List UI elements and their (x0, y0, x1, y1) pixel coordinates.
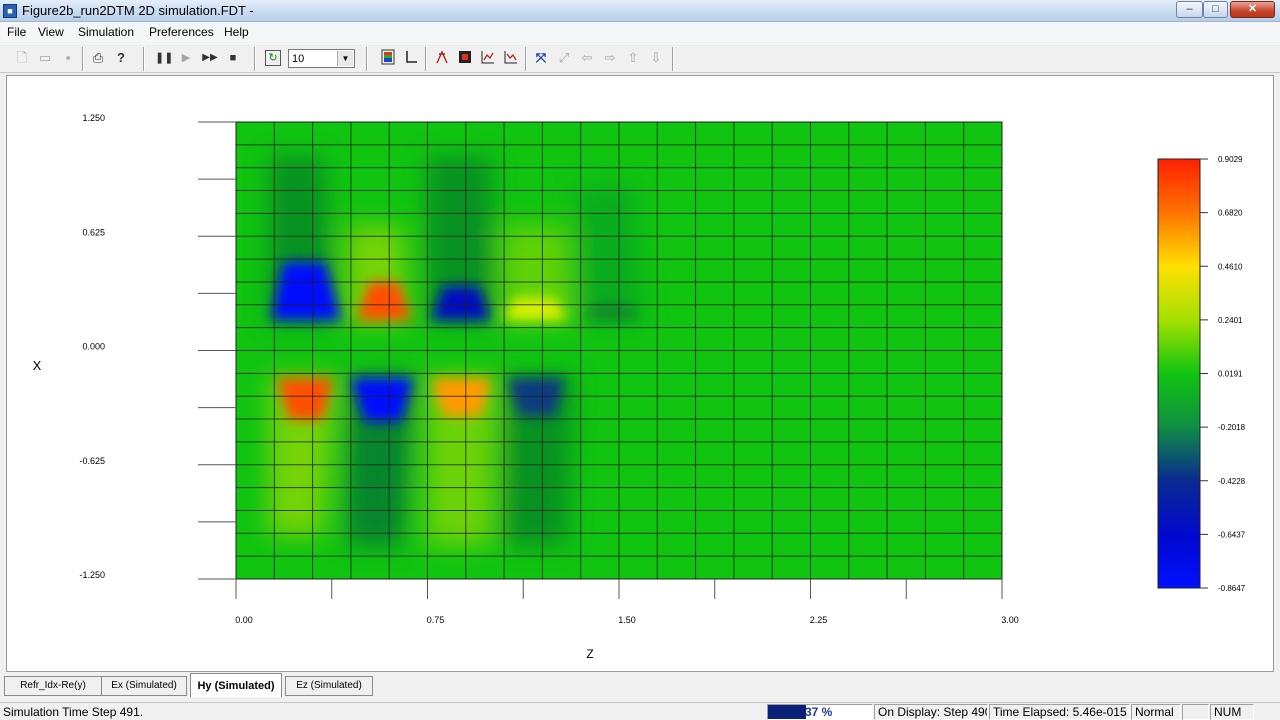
colorbar-tick-label: 0.4610 (1218, 262, 1243, 271)
pause-icon[interactable]: ❚❚ (155, 49, 173, 67)
colorbar-tick-label: 0.9029 (1218, 155, 1243, 164)
status-bar: Simulation Time Step 491. 37 % On Displa… (0, 702, 1280, 720)
status-message: Simulation Time Step 491. (3, 705, 144, 719)
y-tick-label: 1.250 (82, 113, 105, 123)
plot-area[interactable]: 1.250 0.625 0.000 -0.625 -1.250 0.00 0.75 1.50… (6, 75, 1274, 672)
y-tick-label: 0.000 (82, 342, 105, 352)
menu-view[interactable]: View (38, 25, 64, 39)
plot-x-icon[interactable] (479, 49, 497, 67)
colorbar-tick-label: 0.6820 (1218, 209, 1243, 218)
color-scale-icon[interactable] (379, 49, 397, 67)
stop-icon[interactable]: ■ (224, 49, 242, 67)
fast-forward-icon[interactable]: ▶▶ (201, 49, 219, 67)
y-axis-label: X (33, 358, 42, 373)
refresh-icon[interactable]: ↻ (265, 50, 281, 66)
status-on-display: On Display: Step 490 (874, 704, 988, 720)
colorbar-tick-label: -0.4228 (1218, 477, 1246, 486)
x-tick-label: 2.25 (810, 615, 828, 625)
status-time-elapsed: Time Elapsed: 5.46e-015 s (989, 704, 1130, 720)
toolbar-separator (525, 47, 527, 71)
save-icon[interactable]: ▪ (59, 49, 77, 67)
toolbar-separator (425, 47, 427, 71)
play-icon[interactable]: ▶ (177, 49, 195, 67)
tab-hy-simulated[interactable]: Hy (Simulated) (190, 673, 282, 697)
field-view-icon[interactable] (456, 49, 474, 67)
menu-bar: File View Simulation Preferences Help (0, 22, 1280, 42)
tab-bar: Refr_Idx-Re(y) Ex (Simulated) Hy (Simula… (0, 672, 1280, 700)
step-input[interactable] (290, 51, 336, 66)
colorbar-tick-label: -0.8647 (1218, 584, 1246, 593)
y-tick-label: -1.250 (79, 570, 105, 580)
x-tick-label: 0.75 (427, 615, 445, 625)
open-folder-icon[interactable]: ▭ (36, 49, 54, 67)
axes-icon[interactable] (402, 49, 420, 67)
tab-ex-simulated[interactable]: Ex (Simulated) (101, 676, 187, 696)
colorbar-tick-label: 0.2401 (1218, 316, 1243, 325)
colorbar-tick-label: 0.0191 (1218, 370, 1243, 379)
plot-y-icon[interactable] (502, 49, 520, 67)
field-plot[interactable]: 1.250 0.625 0.000 -0.625 -1.250 0.00 0.75 1.50… (7, 76, 1273, 671)
colorbar-ticks: 0.9029 0.6820 0.4610 0.2401 0.0191 -0.2018 -0.… (1200, 155, 1246, 593)
toolbar: 🗋 ▭ ▪ ⎙ ? ❚❚ ▶ ▶▶ ■ ↻ ▼ ⤧ ⤢ ⇦ ⇨ ⇧ ⇩ (0, 43, 1280, 73)
toolbar-separator (143, 47, 145, 71)
pan-right-icon[interactable]: ⇨ (601, 49, 619, 67)
cross-section-icon[interactable] (433, 49, 451, 67)
x-tick-label: 0.00 (235, 615, 253, 625)
title-bar: ■ Figure2b_run2DTM 2D simulation.FDT - –… (0, 0, 1280, 22)
tab-refr-idx[interactable]: Refr_Idx-Re(y) (4, 676, 102, 696)
toolbar-separator (82, 47, 84, 71)
new-file-icon[interactable]: 🗋 (13, 49, 31, 67)
y-axis: 1.250 0.625 0.000 -0.625 -1.250 (79, 113, 236, 580)
pan-down-icon[interactable]: ⇩ (647, 49, 665, 67)
progress-indicator: 37 % (767, 704, 873, 720)
menu-simulation[interactable]: Simulation (78, 25, 134, 39)
field-grid (236, 122, 1002, 579)
x-axis: 0.00 0.75 1.50 2.25 3.00 (235, 579, 1019, 625)
x-tick-label: 1.50 (618, 615, 636, 625)
menu-preferences[interactable]: Preferences (149, 25, 214, 39)
minimize-button[interactable]: – (1176, 1, 1203, 18)
app-icon[interactable]: ■ (3, 4, 17, 18)
toolbar-separator (672, 47, 674, 71)
chevron-down-icon[interactable]: ▼ (337, 51, 353, 66)
progress-text: 37 % (805, 705, 833, 719)
menu-help[interactable]: Help (224, 25, 249, 39)
toolbar-separator (366, 47, 368, 71)
toolbar-separator (254, 47, 256, 71)
status-mode: Normal (1131, 704, 1181, 720)
x-tick-label: 3.00 (1001, 615, 1019, 625)
zoom-out-icon[interactable]: ⤢ (555, 49, 573, 67)
y-tick-label: 0.625 (82, 227, 105, 237)
colorbar-tick-label: -0.6437 (1218, 530, 1246, 539)
status-num-lock: NUM (1210, 704, 1254, 720)
help-icon[interactable]: ? (112, 49, 130, 67)
colorbar (1157, 158, 1201, 589)
close-button[interactable]: ✕ (1230, 1, 1275, 18)
pan-up-icon[interactable]: ⇧ (624, 49, 642, 67)
colorbar-tick-label: -0.2018 (1218, 423, 1246, 432)
pan-left-icon[interactable]: ⇦ (578, 49, 596, 67)
progress-fill (768, 705, 807, 719)
window-title: Figure2b_run2DTM 2D simulation.FDT - (22, 3, 254, 18)
menu-file[interactable]: File (7, 25, 26, 39)
status-empty-pane (1182, 704, 1209, 720)
x-axis-label: Z (586, 647, 593, 661)
step-combo[interactable]: ▼ (288, 49, 355, 68)
zoom-in-icon[interactable]: ⤧ (532, 49, 550, 67)
y-tick-label: -0.625 (79, 456, 105, 466)
tab-ez-simulated[interactable]: Ez (Simulated) (285, 676, 373, 696)
maximize-button[interactable]: □ (1203, 1, 1228, 18)
print-icon[interactable]: ⎙ (89, 49, 107, 67)
